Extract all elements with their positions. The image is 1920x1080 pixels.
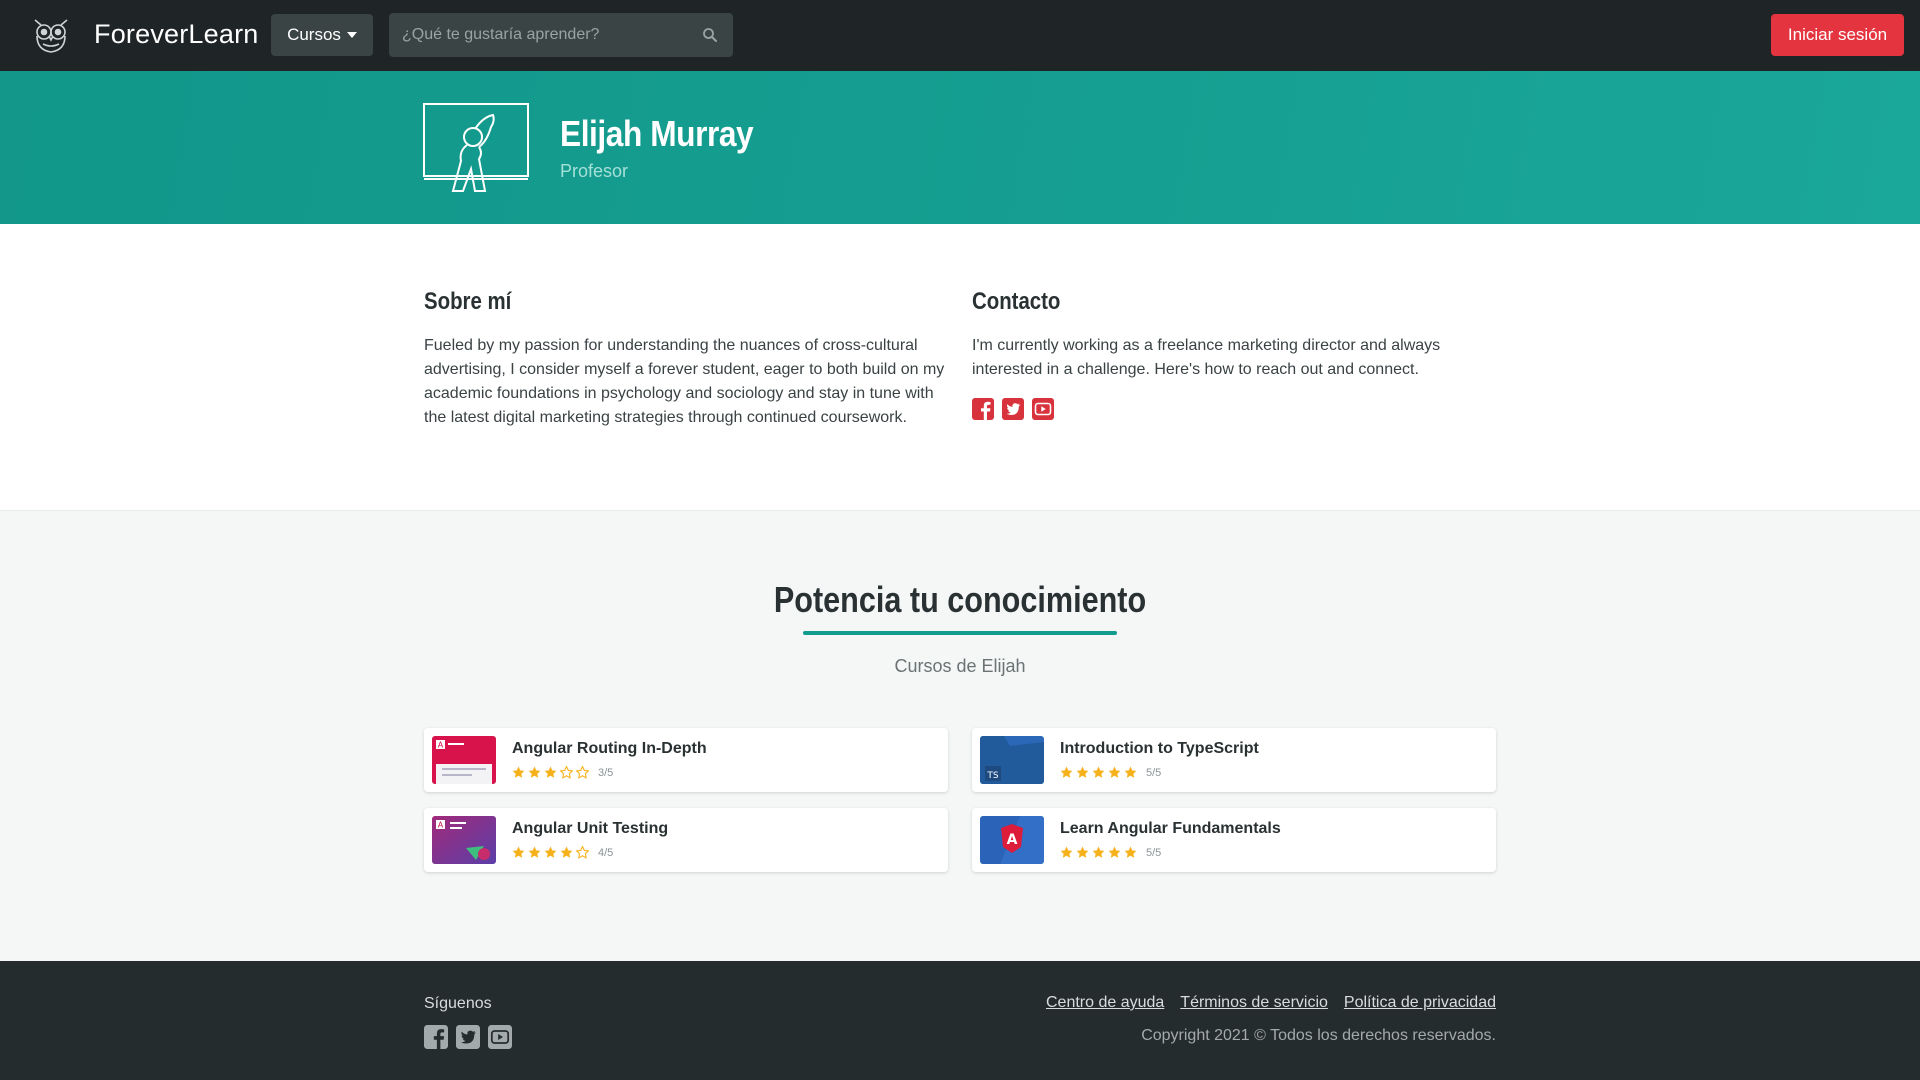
facebook-icon[interactable] [424,1025,448,1049]
svg-text:TS: TS [986,771,998,781]
star-filled-icon [1076,766,1089,778]
course-rating: 5/5 [1060,766,1161,779]
search-input[interactable] [389,13,733,57]
course-title: Introduction to TypeScript [1060,740,1259,757]
star-filled-icon [1124,846,1137,858]
twitter-icon[interactable] [456,1025,480,1049]
rating-text: 4/5 [598,846,614,859]
courses-section-subtitle: Cursos de Elijah [894,656,1026,676]
course-title: Learn Angular Fundamentals [1060,820,1281,837]
star-filled-icon [1076,846,1089,858]
contact-column: Contacto I'm currently working as a free… [972,288,1502,420]
rating-text: 3/5 [598,766,614,779]
about-section: Sobre mí Fueled by my passion for unders… [0,224,1920,511]
courses-dropdown-label: Cursos [287,25,341,44]
title-underline [803,631,1117,635]
caret-down-icon [346,32,357,38]
star-filled-icon [528,846,541,858]
star-empty-icon [576,766,589,779]
privacy-link[interactable]: Política de privacidad [1344,994,1496,1012]
search-box [389,13,733,57]
about-title: Sobre mí [424,288,512,315]
login-button[interactable]: Iniciar sesión [1771,14,1904,56]
teacher-avatar-icon [423,103,529,192]
course-rating: 5/5 [1060,846,1161,859]
rating-text: 5/5 [1146,846,1162,859]
star-filled-icon [1092,766,1105,778]
footer: Síguenos Centro de ayuda Términos de ser… [0,961,1920,1080]
course-thumbnail: TS [980,736,1044,784]
profile-header: Elijah Murray Profesor [0,71,1920,224]
course-thumbnail: A [980,816,1044,864]
star-filled-icon [1108,766,1121,778]
course-rating: 4/5 [512,846,613,859]
star-filled-icon [1060,766,1073,778]
course-card[interactable]: TS Introduction to TypeScript 5/5 [972,728,1496,792]
star-filled-icon [528,766,541,778]
contact-social-links [972,398,1502,420]
courses-dropdown-button[interactable]: Cursos [271,14,373,56]
star-filled-icon [544,846,557,858]
svg-text:A: A [438,821,444,830]
footer-social-links [424,1025,512,1049]
course-card[interactable]: A Learn Angular Fundamentals 5/5 [972,808,1496,872]
courses-section-title: Potencia tu conocimiento [773,579,1147,620]
contact-title: Contacto [972,288,1061,315]
star-filled-icon [560,846,573,858]
course-thumbnail: A [432,816,496,864]
help-center-link[interactable]: Centro de ayuda [1046,994,1164,1012]
contact-text: I'm currently working as a freelance mar… [972,337,1441,378]
top-navbar: ForeverLearn Cursos Iniciar sesión [0,0,1920,71]
svg-text:A: A [1007,832,1018,848]
course-card[interactable]: A Angular Routing In-Depth 3/5 [424,728,948,792]
course-rating: 3/5 [512,766,613,779]
copyright-text: Copyright 2021 © Todos los derechos rese… [1141,1027,1496,1044]
star-empty-icon [560,766,573,779]
youtube-icon[interactable] [488,1025,512,1049]
youtube-icon[interactable] [1032,398,1054,420]
star-filled-icon [512,766,525,778]
star-filled-icon [1108,846,1121,858]
course-title: Angular Routing In-Depth [512,740,707,757]
twitter-icon[interactable] [1002,398,1024,420]
follow-label: Síguenos [424,995,492,1012]
courses-section: Potencia tu conocimiento Cursos de Elija… [0,511,1920,961]
star-empty-icon [576,846,589,859]
profile-name: Elijah Murray [560,113,754,154]
facebook-icon[interactable] [972,398,994,420]
star-filled-icon [1124,766,1137,778]
course-thumbnail: A [432,736,496,784]
star-filled-icon [1060,846,1073,858]
terms-link[interactable]: Términos de servicio [1180,994,1328,1012]
rating-text: 5/5 [1146,766,1162,779]
course-title: Angular Unit Testing [512,820,669,837]
footer-links: Centro de ayuda Términos de servicio Pol… [1046,994,1496,1012]
star-filled-icon [512,846,525,858]
about-column: Sobre mí Fueled by my passion for unders… [424,288,954,430]
owl-logo-icon[interactable] [31,16,71,54]
profile-role: Profesor [560,161,629,181]
star-filled-icon [544,766,557,778]
about-text: Fueled by my passion for understanding t… [424,337,945,426]
star-filled-icon [1092,846,1105,858]
course-card[interactable]: A Angular Unit Testing 4/5 [424,808,948,872]
search-icon[interactable] [702,27,718,43]
brand-name[interactable]: ForeverLearn [94,19,258,50]
svg-text:A: A [438,741,444,750]
